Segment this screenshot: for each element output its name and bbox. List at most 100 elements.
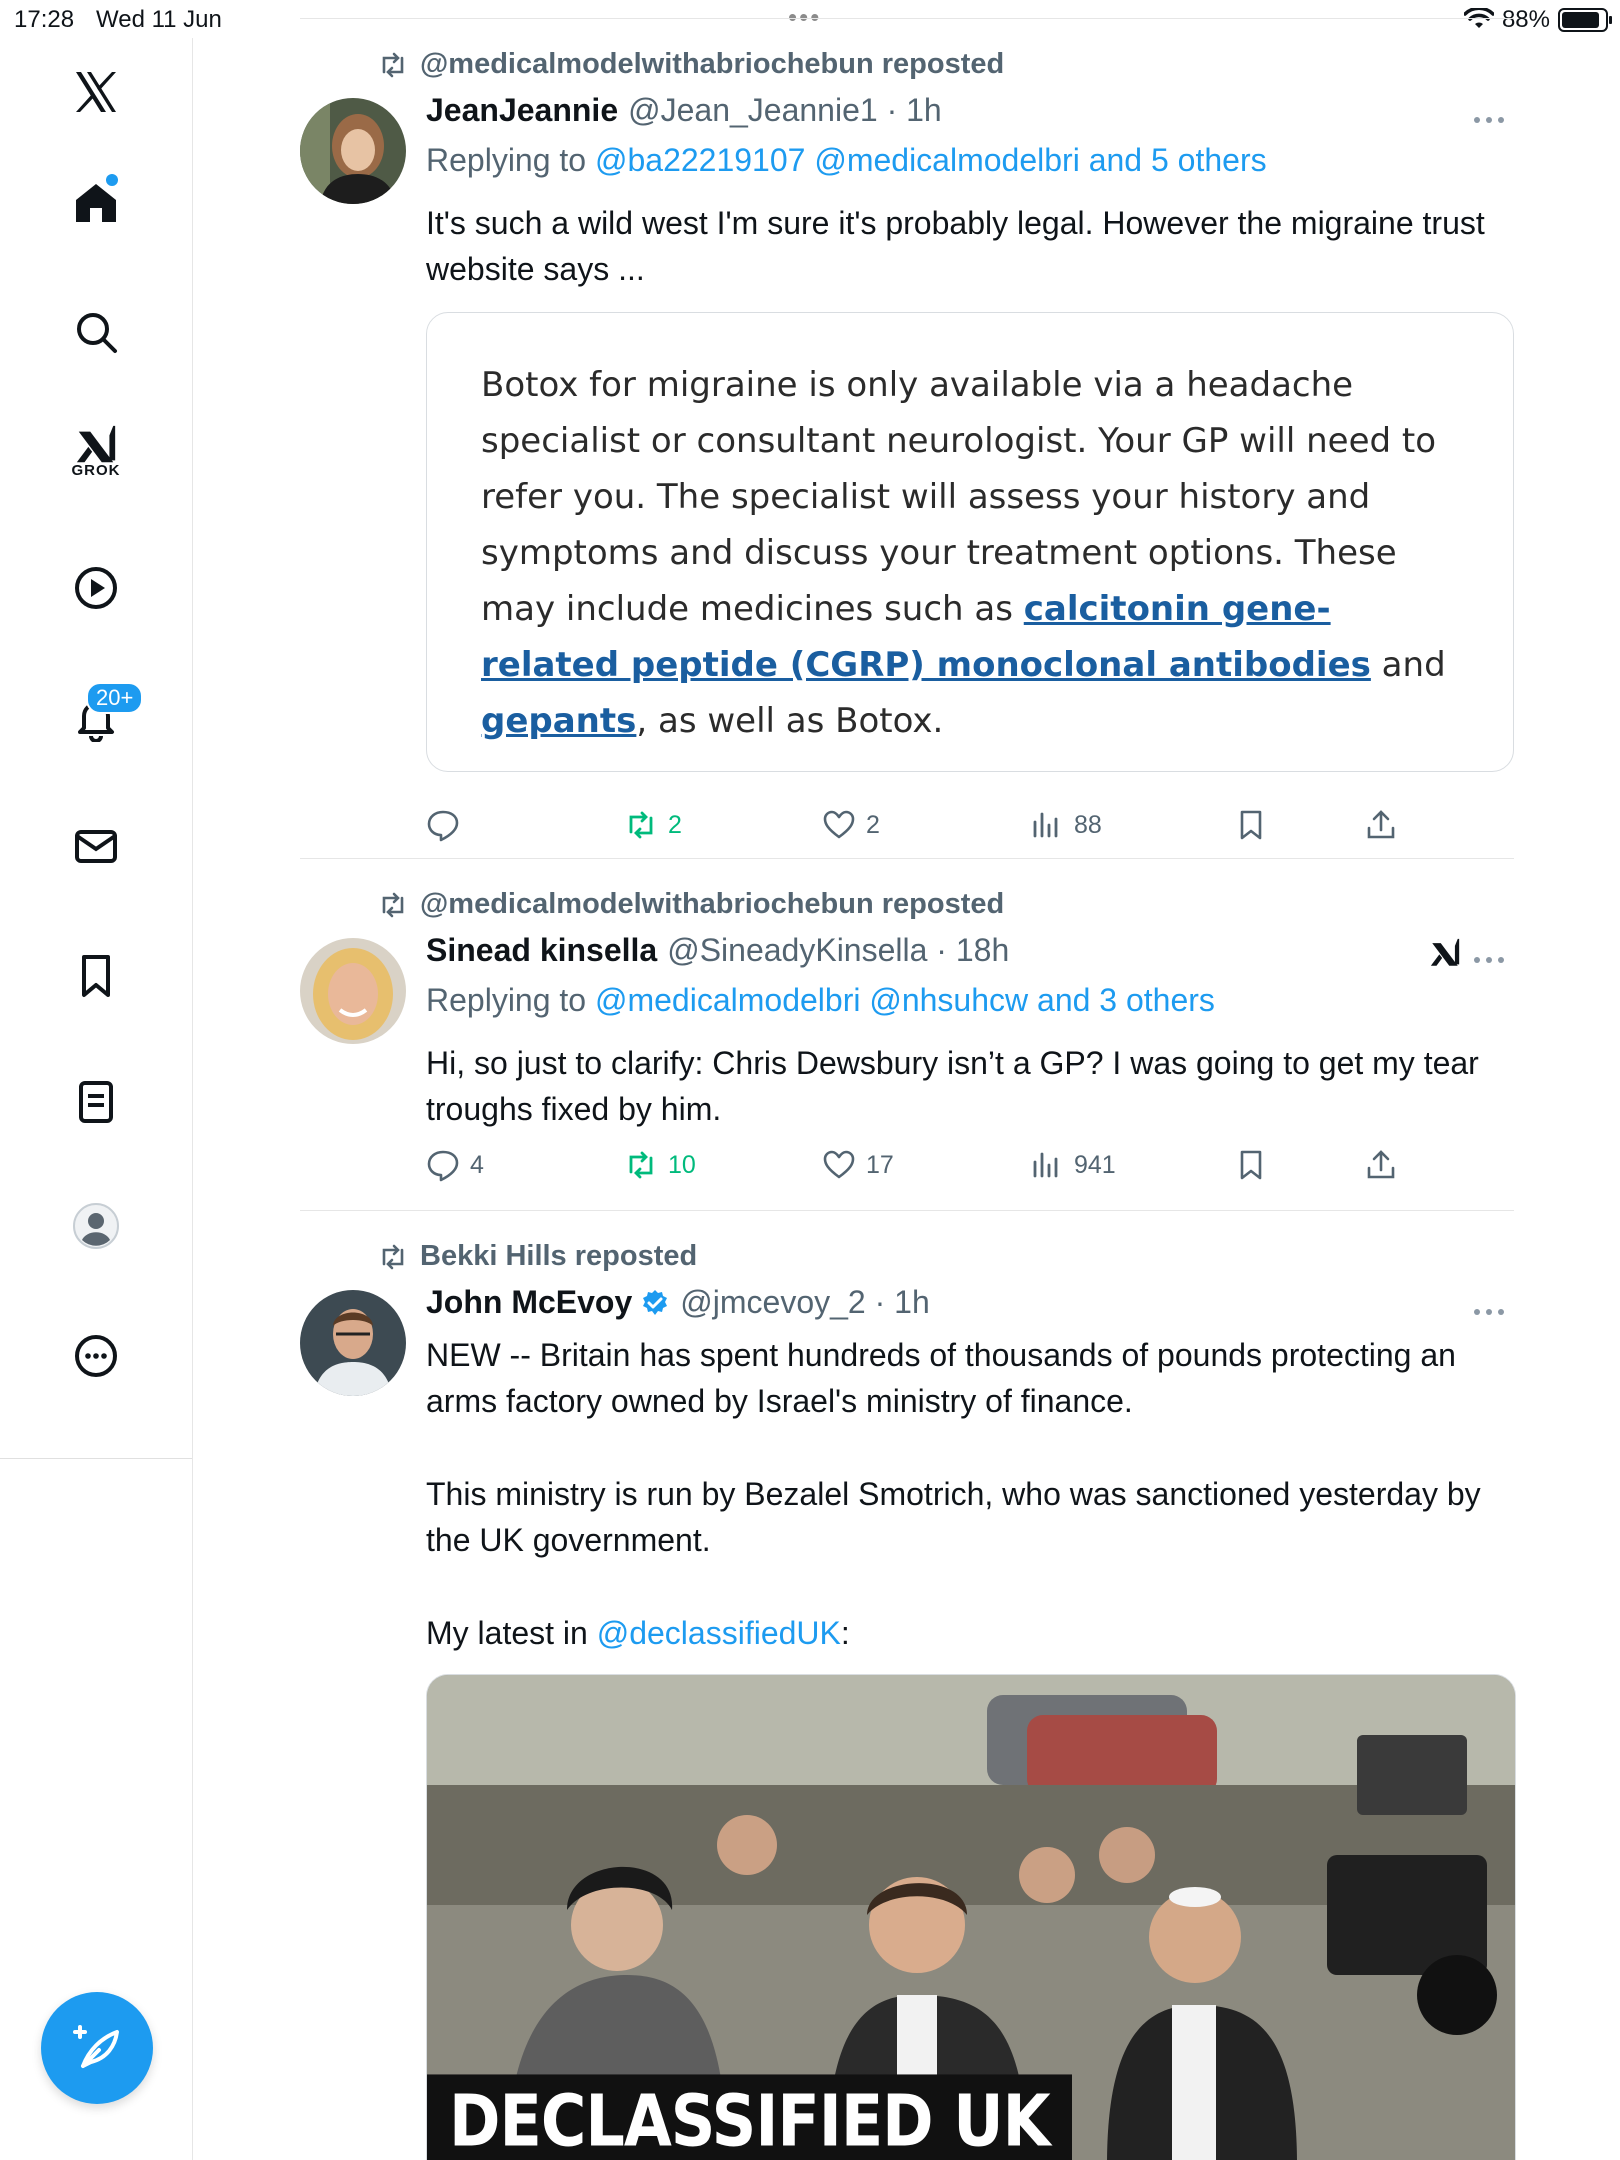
repost-by: @medicalmodelwithabriochebun reposted [420, 888, 1005, 920]
play-circle-icon [75, 567, 117, 609]
avatar[interactable] [300, 1290, 406, 1396]
tweet-text-paragraph-2: This ministry is run by Bezalel Smotrich… [426, 1476, 1481, 1558]
repost-count: 2 [668, 810, 682, 839]
envelope-icon [75, 830, 117, 863]
reply-icon [427, 1150, 459, 1182]
share-button[interactable] [1364, 808, 1398, 842]
quote-link-gepants[interactable]: gepants [481, 701, 636, 741]
mention-link[interactable]: @declassifiedUK [597, 1615, 841, 1651]
top-divider [300, 18, 1514, 19]
author-handle[interactable]: @jmcevoy_2 · 1h [680, 1284, 929, 1321]
repost-icon [629, 811, 653, 839]
grok-icon[interactable] [1428, 936, 1462, 970]
author-name[interactable]: John McEvoy [426, 1284, 632, 1321]
quoted-web-excerpt[interactable]: Botox for migraine is only available via… [426, 312, 1514, 772]
tweet-divider [300, 1210, 1514, 1211]
tweet-text: It's such a wild west I'm sure it's prob… [426, 205, 1485, 287]
tweet-text-paragraph-1: NEW -- Britain has spent hundreds of tho… [426, 1337, 1456, 1419]
nav-grok[interactable]: GROK [56, 414, 136, 494]
more-circle-icon [75, 1335, 117, 1377]
bookmark-icon [1240, 1150, 1262, 1180]
repost-button[interactable]: 10 [624, 1148, 696, 1182]
share-button[interactable] [1364, 1148, 1398, 1182]
more-options-icon[interactable] [1474, 110, 1510, 123]
repost-icon [629, 1151, 653, 1179]
repost-icon [382, 52, 404, 77]
avatar[interactable] [300, 98, 406, 204]
search-icon [77, 313, 117, 353]
notifications-badge: 20+ [86, 682, 144, 714]
reply-button[interactable] [426, 808, 460, 842]
nav-videos[interactable] [56, 548, 136, 628]
replying-to: Replying to @ba22219107 @medicalmodelbri… [426, 142, 1267, 179]
view-count: 88 [1074, 810, 1102, 839]
replying-to: Replying to @medicalmodelbri @nhsuhcw an… [426, 982, 1215, 1019]
reply-count: 4 [470, 1150, 484, 1179]
share-icon [1367, 810, 1395, 839]
analytics-icon [1033, 812, 1058, 838]
nav-lists[interactable] [56, 1062, 136, 1142]
bookmark-icon [82, 955, 110, 997]
compose-feather-icon [73, 2025, 119, 2068]
replying-to-links[interactable]: @ba22219107 @medicalmodelbri and 5 other… [595, 142, 1267, 178]
replying-to-links[interactable]: @medicalmodelbri @nhsuhcw and 3 others [595, 982, 1215, 1018]
author-handle[interactable]: @SineadyKinsella · 18h [667, 932, 1009, 969]
x-logo-icon [76, 72, 116, 112]
wifi-icon [1463, 8, 1494, 28]
like-count: 2 [866, 810, 880, 839]
verified-badge-icon [643, 1289, 668, 1315]
more-options-icon[interactable] [1474, 950, 1510, 963]
like-button[interactable]: 2 [822, 808, 880, 842]
tweet-text: Hi, so just to clarify: Chris Dewsbury i… [426, 1045, 1479, 1127]
author-handle[interactable]: @Jean_Jeannie1 · 1h [628, 92, 942, 129]
quote-text-3: , as well as Botox. [636, 701, 944, 741]
view-count: 941 [1074, 1150, 1116, 1179]
tweet-text-paragraph-3: My latest in @declassifiedUK: [426, 1610, 1516, 1656]
tweet-header: Sinead kinsella @SineadyKinsella · 18h [426, 932, 1009, 969]
replying-prefix: Replying to [426, 142, 595, 178]
tweet-header: John McEvoy @jmcevoy_2 · 1h [426, 1284, 930, 1321]
bookmark-button[interactable] [1234, 1148, 1268, 1182]
nav-notifications[interactable]: 20+ [56, 678, 144, 758]
like-count: 17 [866, 1150, 894, 1179]
tweet-media-image[interactable]: DECLASSIFIED UK [426, 1674, 1516, 2160]
bookmark-button[interactable] [1234, 808, 1268, 842]
sidebar-divider [0, 1458, 192, 1459]
author-name[interactable]: JeanJeannie [426, 92, 618, 129]
text-prefix: My latest in [426, 1615, 597, 1651]
bookmark-icon [1240, 810, 1262, 840]
nav-home[interactable] [56, 162, 136, 242]
views-button[interactable]: 88 [1030, 808, 1102, 842]
nav-messages[interactable] [56, 806, 136, 886]
status-time: 17:28 [14, 6, 75, 33]
author-name[interactable]: Sinead kinsella [426, 932, 657, 969]
nav-search[interactable] [56, 292, 136, 372]
more-options-icon[interactable] [1474, 1302, 1510, 1315]
repost-button[interactable]: 2 [624, 808, 682, 842]
x-logo-button[interactable] [56, 52, 136, 132]
like-button[interactable]: 17 [822, 1148, 894, 1182]
views-button[interactable]: 941 [1030, 1148, 1116, 1182]
repost-icon [382, 1244, 404, 1269]
list-icon [79, 1081, 113, 1123]
compose-post-button[interactable] [41, 1992, 153, 2104]
repost-indicator: @medicalmodelwithabriochebun reposted [378, 888, 1004, 921]
profile-avatar-icon [73, 1203, 119, 1249]
nav-more[interactable] [56, 1316, 136, 1396]
share-icon [1367, 1150, 1395, 1179]
tweet-header: JeanJeannie @Jean_Jeannie1 · 1h [426, 92, 942, 129]
repost-by: Bekki Hills reposted [420, 1240, 698, 1272]
repost-indicator: @medicalmodelwithabriochebun reposted [378, 48, 1004, 81]
tweet-actions: 2 2 88 [426, 808, 1516, 852]
text-suffix: : [840, 1615, 850, 1651]
reply-button[interactable]: 4 [426, 1148, 484, 1182]
tweet-actions: 4 10 17 941 [426, 1148, 1516, 1192]
repost-icon [382, 892, 404, 917]
replying-prefix: Replying to [426, 982, 595, 1018]
status-date: Wed 11 Jun [96, 6, 222, 33]
nav-bookmarks[interactable] [56, 936, 136, 1016]
repost-by: @medicalmodelwithabriochebun reposted [420, 48, 1005, 80]
reply-icon [427, 810, 459, 842]
avatar[interactable] [300, 938, 406, 1044]
nav-profile[interactable] [56, 1186, 136, 1266]
